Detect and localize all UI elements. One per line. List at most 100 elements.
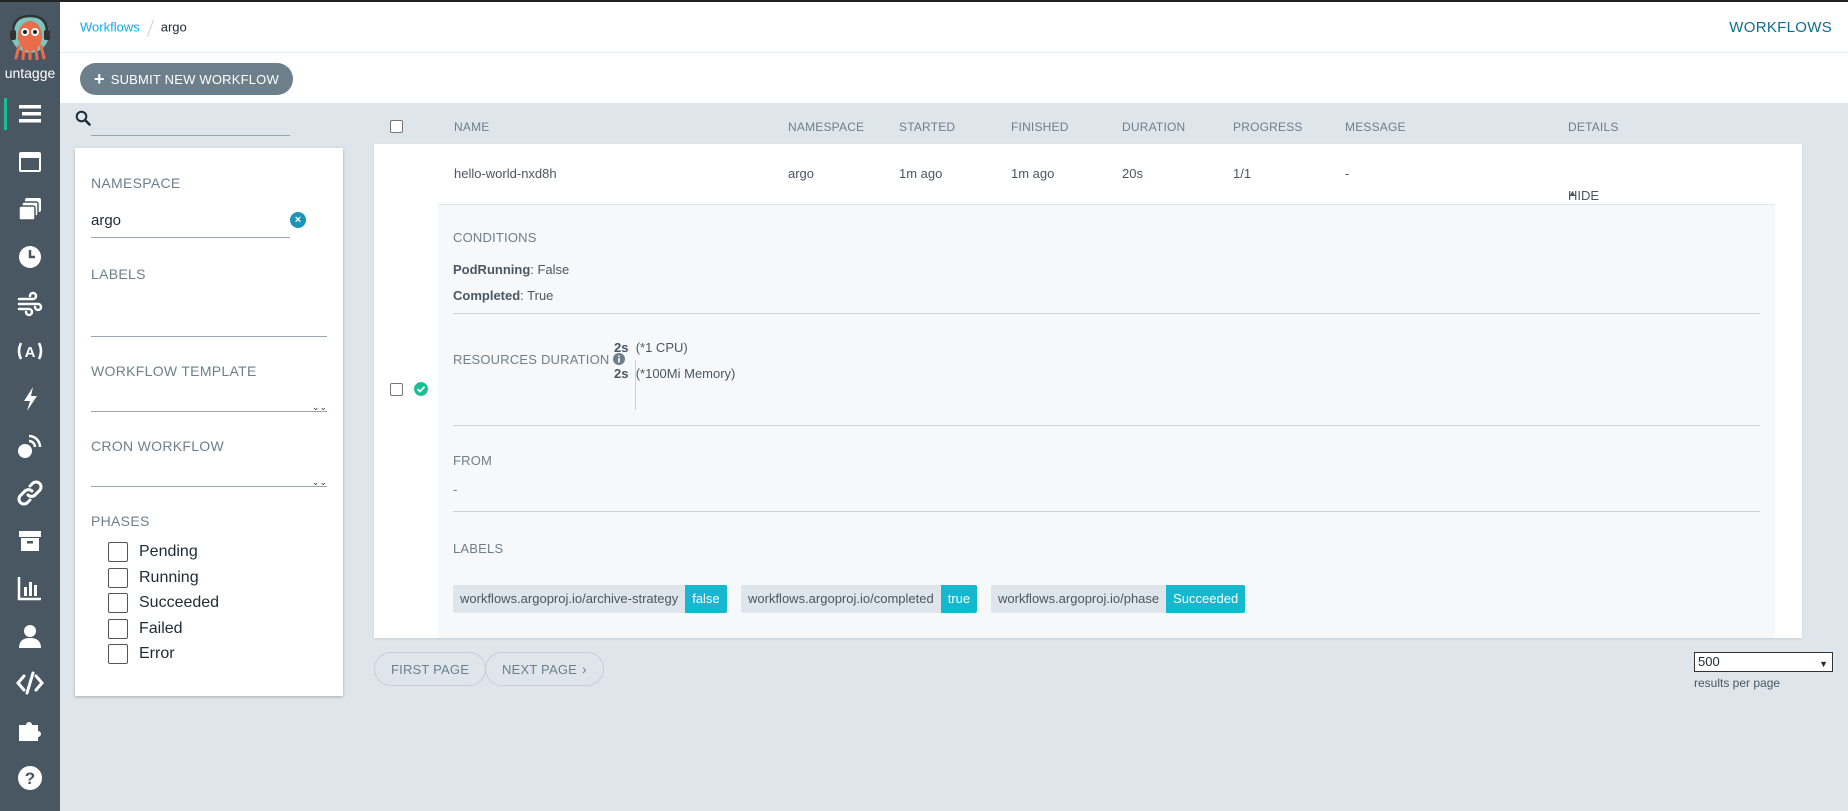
nav-event-flow[interactable] [0, 284, 60, 324]
phase-error[interactable]: Error [108, 644, 175, 664]
filters-panel: NAMESPACE argo × LABELS WORKFLOW TEMPLAT… [75, 148, 343, 696]
user-name: untagge [4, 65, 56, 81]
nav-workflows[interactable] [0, 94, 60, 134]
clear-namespace-icon[interactable]: × [290, 212, 306, 228]
nav-user[interactable] [0, 616, 60, 656]
phase-checkbox[interactable] [108, 644, 128, 664]
next-page-button[interactable]: NEXT PAGE › [485, 652, 604, 686]
workflow-finished: 1m ago [1011, 166, 1055, 181]
nav-plugins[interactable] [0, 710, 60, 750]
table-header: NAME NAMESPACE STARTED FINISHED DURATION… [374, 118, 1802, 138]
phase-label: Succeeded [139, 594, 220, 611]
cron-workflow-select[interactable] [91, 486, 327, 487]
nav-cluster-templates[interactable] [0, 189, 60, 229]
api-docs-icon [16, 671, 44, 695]
table-row[interactable]: hello-world-nxd8h argo 1m ago 1m ago 20s… [374, 144, 1802, 638]
workflow-name[interactable]: hello-world-nxd8h [454, 166, 557, 181]
namespace-input[interactable]: argo [91, 212, 121, 229]
resource-unit: (*1 CPU) [635, 340, 688, 355]
submit-new-workflow-button[interactable]: + SUBMIT NEW WORKFLOW [80, 63, 293, 95]
event-sources-icon: A [17, 342, 43, 361]
resource-value: 2s [614, 366, 629, 381]
label-value: Succeeded [1166, 585, 1246, 613]
column-duration[interactable]: DURATION [1122, 120, 1185, 134]
nav-archived-workflows[interactable] [0, 521, 60, 561]
resource-item: 2s (*100Mi Memory) [614, 366, 735, 381]
column-finished[interactable]: FINISHED [1011, 120, 1069, 134]
phase-running[interactable]: Running [108, 568, 199, 588]
phase-checkbox[interactable] [108, 619, 128, 639]
phase-pending[interactable]: Pending [108, 542, 198, 562]
user-icon [19, 625, 41, 648]
namespace-underline [91, 237, 290, 238]
nav-cron-workflows[interactable] [0, 237, 60, 277]
phase-label: Failed [139, 620, 183, 637]
phase-succeeded[interactable]: Succeeded [108, 593, 219, 613]
label-tag[interactable]: workflows.argoproj.io/archive-strategy fa… [453, 585, 727, 613]
divider [453, 511, 1760, 512]
event-flow-icon [17, 291, 43, 317]
breadcrumb: Workflows argo [80, 19, 187, 37]
chevron-down-icon: ▼ [1819, 659, 1828, 669]
cron-workflows-icon [19, 246, 41, 268]
first-page-label: FIRST PAGE [391, 661, 470, 677]
nav-event-bindings[interactable] [0, 426, 60, 466]
row-checkbox[interactable] [390, 383, 403, 396]
labels-input[interactable] [91, 336, 327, 337]
cluster-templates-icon [18, 198, 41, 221]
column-message[interactable]: MESSAGE [1345, 120, 1406, 134]
select-all-checkbox[interactable] [390, 120, 403, 133]
column-name[interactable]: NAME [454, 120, 489, 134]
nav-event-sources[interactable]: A [0, 331, 60, 371]
column-progress[interactable]: PROGRESS [1233, 120, 1303, 134]
namespace-label: NAMESPACE [91, 175, 181, 191]
nav-pipelines[interactable] [0, 473, 60, 513]
phase-failed[interactable]: Failed [108, 619, 183, 639]
nav-sensors[interactable] [0, 379, 60, 419]
help-icon: ? [18, 766, 42, 790]
phase-checkbox[interactable] [108, 593, 128, 613]
phase-checkbox[interactable] [108, 568, 128, 588]
svg-text:A: A [25, 344, 36, 361]
nav-api-docs[interactable] [0, 663, 60, 703]
workflow-started: 1m ago [899, 166, 943, 181]
breadcrumb-current: argo [160, 19, 187, 35]
workflow-message: - [1345, 166, 1350, 181]
condition-value: : True [520, 288, 554, 303]
sensors-icon [24, 387, 37, 411]
workflows-icon [19, 105, 41, 123]
column-details[interactable]: DETAILS [1568, 120, 1619, 134]
label-key: workflows.argoproj.io/archive-strategy [453, 585, 686, 613]
condition-value: : False [530, 262, 570, 277]
labels-section-label: LABELS [453, 541, 504, 556]
breadcrumb-workflows-link[interactable]: Workflows [80, 19, 140, 34]
column-started[interactable]: STARTED [899, 120, 955, 134]
argo-logo-icon[interactable] [8, 12, 52, 60]
label-key: workflows.argoproj.io/phase [991, 585, 1167, 613]
label-tag[interactable]: workflows.argoproj.io/completed true [741, 585, 978, 613]
results-per-page-select[interactable]: 500 ▼ [1694, 652, 1833, 672]
label-tag[interactable]: workflows.argoproj.io/phase Succeeded [991, 585, 1246, 613]
nav-help[interactable]: ? [0, 758, 60, 798]
per-page-value: 500 [1698, 654, 1720, 669]
search-input[interactable] [91, 135, 290, 136]
left-nav: untagge A ? [0, 0, 60, 811]
column-namespace[interactable]: NAMESPACE [788, 120, 864, 134]
search-icon [75, 110, 91, 126]
phase-label: Pending [139, 543, 198, 560]
workflow-templates-icon [19, 152, 41, 172]
archived-workflows-icon [19, 531, 41, 551]
resources-duration-text: RESOURCES DURATION [453, 352, 610, 367]
phase-checkbox[interactable] [108, 542, 128, 562]
phase-label: Error [139, 645, 175, 662]
first-page-button[interactable]: FIRST PAGE [374, 652, 487, 686]
nav-workflow-templates[interactable] [0, 142, 60, 182]
search-box[interactable] [75, 108, 290, 136]
breadcrumb-separator [146, 19, 154, 37]
divider [453, 313, 1760, 314]
from-value: - [453, 482, 458, 497]
plus-icon: + [94, 69, 105, 89]
caret-up-icon: ▲ [1568, 188, 1577, 198]
nav-reports[interactable] [0, 568, 60, 608]
workflow-template-select[interactable] [91, 411, 327, 412]
